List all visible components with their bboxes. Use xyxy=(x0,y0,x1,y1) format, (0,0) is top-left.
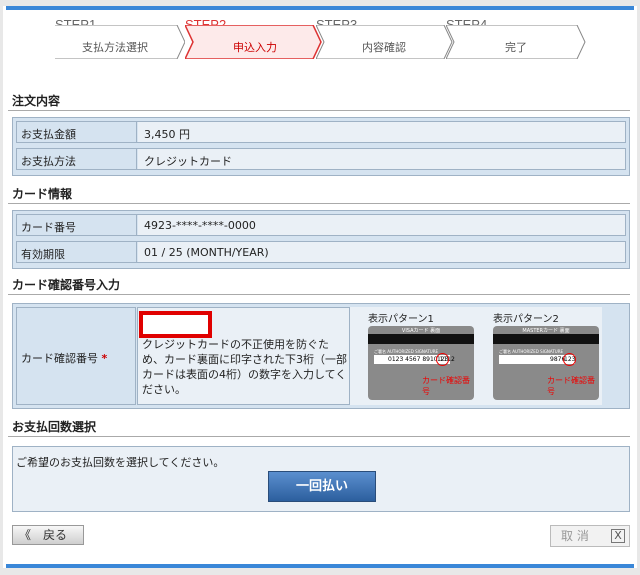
visa-card-back-image: VISAカード 裏面 ご署名 AUTHORIZED SIGNATURE 0123… xyxy=(368,326,474,400)
cvv-label: カード確認番号 xyxy=(21,352,98,365)
table-row: お支払金額 3,450 円 xyxy=(16,121,626,143)
back-button[interactable]: 《 戻る xyxy=(12,525,84,545)
master-card-back-image: MASTERカード 裏面 ご署名 AUTHORIZED SIGNATURE 98… xyxy=(493,326,599,400)
installment-instruction: ご希望のお支払回数を選択してください。 xyxy=(16,456,225,469)
card-number-value: 4923-****-****-0000 xyxy=(138,215,625,235)
installment-section-divider xyxy=(8,436,630,437)
step-2-label: 申込入力 xyxy=(233,41,277,54)
magnetic-stripe xyxy=(493,334,599,344)
bottom-border xyxy=(0,568,640,575)
payment-method-value: クレジットカード xyxy=(138,149,625,169)
required-mark: * xyxy=(101,352,108,365)
pattern-2-title: 表示パターン2 xyxy=(493,314,559,325)
cvv-section-divider xyxy=(8,294,630,295)
expiry-value: 01 / 25 (MONTH/YEAR) xyxy=(138,242,625,262)
cvv-pattern-images: 表示パターン1 表示パターン2 VISAカード 裏面 ご署名 AUTHORIZE… xyxy=(350,307,602,405)
cvv-input[interactable] xyxy=(143,315,208,334)
card-2-cvv-label: カード確認番号 xyxy=(547,376,595,396)
cancel-label: 取 消 xyxy=(561,529,589,543)
payment-amount-value: 3,450 円 xyxy=(138,122,625,142)
order-table: お支払金額 3,450 円 お支払方法 クレジットカード xyxy=(12,117,630,176)
card-1-caption: VISAカード 裏面 xyxy=(401,328,441,334)
card-info-section-title: カード情報 xyxy=(12,187,73,201)
cvv-label-cell: カード確認番号 * xyxy=(16,307,136,405)
card-2-cvv: 123 xyxy=(564,356,576,363)
payment-method-label: お支払方法 xyxy=(17,149,137,169)
single-payment-button[interactable]: 一回払い xyxy=(268,471,376,502)
magnetic-stripe xyxy=(368,334,474,344)
cancel-button[interactable]: 取 消 X xyxy=(550,525,630,547)
cvv-help-text: クレジットカードの不正使用を防ぐため、カード裏面に印字された下3桁（一部カードは… xyxy=(142,338,347,396)
step-4-label: 完了 xyxy=(505,41,527,54)
expiry-label: 有効期限 xyxy=(17,242,137,262)
order-section-divider xyxy=(8,110,630,111)
payment-amount-label: お支払金額 xyxy=(17,122,137,142)
step-1-label: 支払方法選択 xyxy=(82,41,148,54)
table-row: カード番号 4923-****-****-0000 xyxy=(16,214,626,236)
card-info-table: カード番号 4923-****-****-0000 有効期限 01 / 25 (… xyxy=(12,210,630,269)
order-section-title: 注文内容 xyxy=(12,94,61,108)
installment-section-title: お支払回数選択 xyxy=(12,420,97,434)
table-row: お支払方法 クレジットカード xyxy=(16,148,626,170)
card-info-divider xyxy=(8,203,630,204)
card-1-cvv: 123 xyxy=(437,356,449,363)
table-row: 有効期限 01 / 25 (MONTH/YEAR) xyxy=(16,241,626,263)
step-indicator: STEP1 支払方法選択 STEP2 申込入力 STEP3 内容確認 STEP4… xyxy=(55,17,595,63)
pattern-1-title: 表示パターン1 xyxy=(368,314,434,325)
cvv-section-title: カード確認番号入力 xyxy=(12,278,121,292)
card-1-cvv-label: カード確認番号 xyxy=(422,376,470,396)
card-2-caption: MASTERカード 裏面 xyxy=(522,328,570,334)
close-icon: X xyxy=(611,529,625,543)
cvv-input-highlight xyxy=(139,311,212,338)
step-3-label: 内容確認 xyxy=(362,41,406,54)
card-number-label: カード番号 xyxy=(17,215,137,235)
top-accent-bar xyxy=(6,6,634,10)
